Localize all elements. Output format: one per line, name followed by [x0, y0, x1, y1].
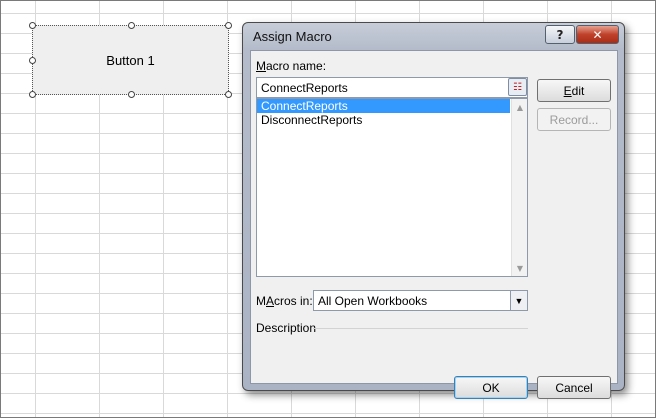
- resize-handle-br[interactable]: [225, 91, 232, 98]
- cancel-button[interactable]: Cancel: [537, 376, 611, 399]
- resize-handle-bc[interactable]: [128, 91, 135, 98]
- dialog-body: Macro name: ConnectReports ☷ ConnectRepo…: [250, 50, 618, 399]
- collapse-dialog-button[interactable]: ☷: [508, 78, 527, 96]
- edit-button[interactable]: Edit: [537, 79, 611, 102]
- resize-handle-tc[interactable]: [128, 22, 135, 29]
- description-divider: [313, 328, 528, 329]
- range-select-icon: ☷: [513, 81, 522, 93]
- macros-in-select[interactable]: All Open Workbooks ▼: [313, 290, 528, 311]
- assign-macro-dialog: Assign Macro ? ✕ Macro name: ConnectRepo…: [242, 22, 625, 399]
- resize-handle-bl[interactable]: [29, 91, 36, 98]
- record-button[interactable]: Record...: [537, 108, 611, 131]
- macro-list[interactable]: ConnectReports DisconnectReports ▲ ▼: [256, 98, 528, 277]
- resize-handle-tr[interactable]: [225, 22, 232, 29]
- macros-in-value: All Open Workbooks: [318, 294, 428, 308]
- close-button[interactable]: ✕: [576, 25, 619, 44]
- scroll-up-icon[interactable]: ▲: [512, 99, 528, 115]
- resize-handle-tl[interactable]: [29, 22, 36, 29]
- macro-name-value: ConnectReports: [261, 81, 348, 95]
- list-item-connectreports[interactable]: ConnectReports: [257, 99, 510, 113]
- close-icon: ✕: [592, 27, 603, 42]
- dialog-title: Assign Macro: [253, 29, 332, 44]
- scroll-down-icon[interactable]: ▼: [512, 260, 528, 276]
- sheet-button-label: Button 1: [106, 52, 155, 68]
- list-scrollbar[interactable]: ▲ ▼: [511, 99, 527, 276]
- list-item-disconnectreports[interactable]: DisconnectReports: [257, 113, 510, 127]
- macro-name-input[interactable]: ConnectReports: [256, 77, 528, 98]
- chevron-down-icon[interactable]: ▼: [510, 291, 527, 310]
- resize-handle-ml[interactable]: [29, 57, 36, 64]
- ok-button[interactable]: OK: [454, 376, 528, 399]
- description-label: Description: [256, 321, 317, 335]
- help-button[interactable]: ?: [545, 25, 575, 44]
- sheet-form-button[interactable]: Button 1: [29, 22, 232, 98]
- macros-in-label: MAcros in:: [256, 294, 313, 308]
- macro-name-label: Macro name:: [256, 59, 327, 73]
- help-icon: ?: [556, 27, 564, 42]
